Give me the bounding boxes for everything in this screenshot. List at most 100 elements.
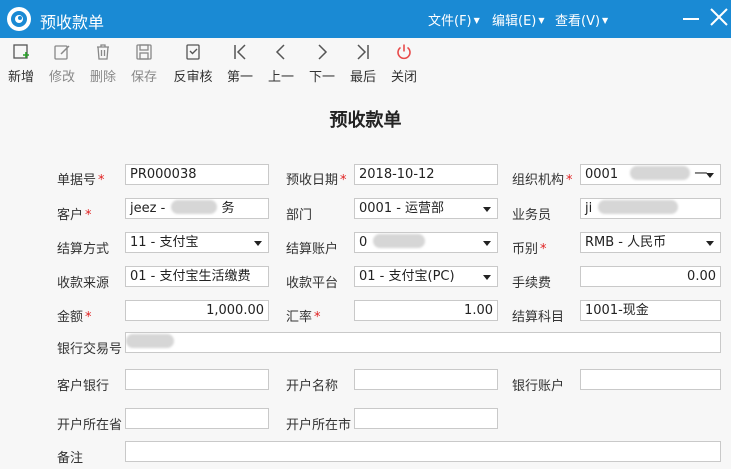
- dropdown-arrow-icon: [483, 207, 491, 212]
- power-icon: [397, 44, 411, 60]
- redacted-text: [171, 200, 218, 214]
- menu-edit[interactable]: 编辑(E) ▼: [492, 10, 545, 29]
- org-label-text: 组织机构: [512, 173, 565, 188]
- dropdown-arrow-icon: [483, 275, 491, 280]
- org-label: 组织机构 *: [512, 169, 573, 188]
- currency-select[interactable]: RMB - 人民币: [580, 232, 721, 253]
- redacted-text: [598, 200, 679, 214]
- source-field[interactable]: 01 - 支付宝生活缴费: [125, 266, 269, 287]
- source-label: 收款来源: [57, 276, 110, 291]
- minimize-icon[interactable]: [683, 18, 699, 20]
- settle-method-select[interactable]: 11 - 支付宝: [125, 232, 269, 253]
- dept-label: 部门: [286, 208, 313, 223]
- last-page-icon: [357, 44, 369, 60]
- city-field[interactable]: [354, 408, 498, 429]
- dropdown-arrow-icon: [254, 241, 262, 246]
- new-button-label: 新增: [7, 70, 34, 85]
- customer-label-text: 客户: [57, 208, 84, 223]
- remark-field[interactable]: [125, 441, 721, 462]
- new-button[interactable]: 新增: [6, 42, 36, 85]
- subject-label: 结算科目: [512, 310, 565, 325]
- settle-method-value: 11 - 支付宝: [130, 235, 199, 250]
- last-button-label: 最后: [349, 70, 376, 85]
- redacted-text: [630, 166, 691, 180]
- chevron-down-icon: ▼: [602, 16, 609, 25]
- first-button[interactable]: 第一: [225, 42, 255, 85]
- next-button[interactable]: 下一: [307, 42, 337, 85]
- salesman-field[interactable]: ji: [580, 198, 721, 219]
- title-bar: 预收款单 文件(F) ▼ 编辑(E) ▼ 查看(V) ▼: [0, 0, 731, 38]
- delete-button-label: 删除: [89, 70, 116, 85]
- currency-label: 币别 *: [512, 238, 547, 257]
- edit-button[interactable]: 修改: [47, 42, 77, 85]
- bank-txn-field[interactable]: [125, 332, 721, 353]
- bank-acct-field[interactable]: [580, 369, 721, 390]
- menu-view[interactable]: 查看(V) ▼: [555, 10, 608, 29]
- province-field[interactable]: [125, 408, 269, 429]
- required-mark: *: [85, 310, 92, 325]
- rate-label-text: 汇率: [286, 310, 313, 325]
- customer-label: 客户 *: [57, 204, 92, 223]
- required-mark: *: [314, 310, 321, 325]
- bank-acct-label: 银行账户: [512, 379, 565, 394]
- chevron-left-icon: [275, 44, 285, 60]
- menu-edit-label: 编辑(E): [492, 14, 537, 29]
- platform-select[interactable]: 01 - 支付宝(PC): [354, 266, 498, 287]
- app-logo-icon: [7, 7, 31, 31]
- settle-method-label: 结算方式: [57, 242, 110, 257]
- customer-value-suffix: 务: [221, 201, 235, 216]
- customer-value-prefix: jeez -: [130, 201, 166, 216]
- bank-txn-label: 银行交易号: [57, 342, 123, 357]
- acct-name-field[interactable]: [354, 369, 498, 390]
- dropdown-arrow-icon: [483, 241, 491, 246]
- unaudit-button-label: 反审核: [173, 70, 213, 85]
- date-label: 预收日期 *: [286, 169, 347, 188]
- rate-label: 汇率 *: [286, 306, 321, 325]
- fee-field[interactable]: 0.00: [580, 266, 721, 287]
- prev-button-label: 上一: [267, 70, 294, 85]
- form-title: 预收款单: [329, 110, 402, 131]
- settle-account-label: 结算账户: [286, 242, 339, 257]
- add-icon: [13, 44, 29, 59]
- org-select[interactable]: 0001 一: [580, 164, 721, 185]
- close-button[interactable]: 关闭: [389, 42, 419, 85]
- chevron-down-icon: ▼: [473, 16, 480, 25]
- org-value-prefix: 0001: [585, 167, 619, 182]
- city-label: 开户所在市: [286, 418, 352, 433]
- fee-label: 手续费: [512, 276, 552, 291]
- remark-label: 备注: [57, 451, 84, 466]
- dept-select[interactable]: 0001 - 运营部: [354, 198, 498, 219]
- delete-button[interactable]: 删除: [88, 42, 118, 85]
- subject-field[interactable]: 1001-现金: [580, 300, 721, 321]
- settle-account-value-prefix: 0: [359, 235, 368, 250]
- prev-button[interactable]: 上一: [266, 42, 296, 85]
- acct-name-label: 开户名称: [286, 379, 339, 394]
- customer-field[interactable]: jeez - 务: [125, 198, 269, 219]
- province-label: 开户所在省: [57, 418, 123, 433]
- bill-no-label-text: 单据号: [57, 173, 97, 188]
- settle-account-select[interactable]: 0: [354, 232, 498, 253]
- menu-file[interactable]: 文件(F) ▼: [428, 10, 480, 29]
- last-button[interactable]: 最后: [348, 42, 378, 85]
- edit-icon: [54, 45, 70, 60]
- rate-field[interactable]: 1.00: [354, 300, 498, 321]
- required-mark: *: [98, 173, 105, 188]
- window-title: 预收款单: [40, 13, 105, 32]
- chevron-right-icon: [318, 44, 328, 60]
- save-button[interactable]: 保存: [129, 42, 159, 85]
- required-mark: *: [566, 173, 573, 188]
- first-page-icon: [234, 44, 246, 60]
- dept-value: 0001 - 运营部: [359, 201, 445, 216]
- save-icon: [136, 44, 152, 60]
- menu-file-label: 文件(F): [428, 14, 472, 29]
- edit-button-label: 修改: [48, 70, 75, 85]
- date-field[interactable]: 2018-10-12: [354, 164, 498, 185]
- amount-label: 金额 *: [57, 306, 92, 325]
- close-icon[interactable]: [708, 6, 730, 28]
- bill-no-label: 单据号 *: [57, 169, 105, 188]
- amount-field[interactable]: 1,000.00: [125, 300, 269, 321]
- unaudit-button[interactable]: 反审核: [171, 42, 215, 85]
- salesman-label: 业务员: [512, 208, 552, 223]
- cust-bank-field[interactable]: [125, 369, 269, 390]
- bill-no-field[interactable]: PR000038: [125, 164, 269, 185]
